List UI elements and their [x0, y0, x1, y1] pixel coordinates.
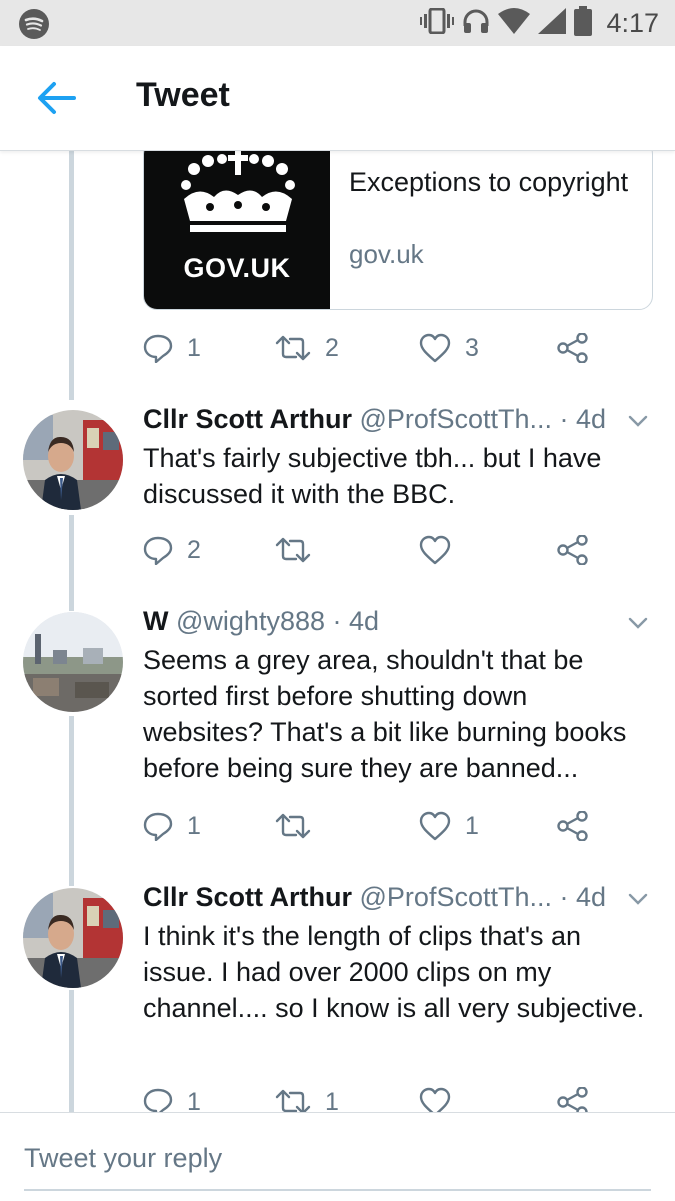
like-count: 1	[465, 811, 479, 840]
share-button[interactable]	[557, 328, 589, 368]
retweet-icon	[275, 537, 311, 563]
thread-line	[69, 150, 74, 400]
retweet-icon	[275, 813, 311, 839]
chevron-down-icon[interactable]	[628, 892, 648, 911]
share-button[interactable]	[557, 806, 589, 846]
tweet[interactable]: W @wighty888 · 4d Seems a grey area, sho…	[0, 606, 675, 866]
crown-logo	[181, 149, 295, 232]
share-icon	[557, 811, 588, 841]
tweet-time: · 4d	[325, 606, 380, 636]
retweet-button[interactable]	[275, 806, 311, 846]
like-button[interactable]	[419, 530, 451, 570]
app-bar: Tweet	[0, 46, 675, 151]
reply-button[interactable]: 1	[143, 328, 201, 368]
retweet-icon	[275, 335, 311, 361]
like-button[interactable]: 3	[419, 328, 479, 368]
spotify-icon	[18, 8, 50, 45]
reply-count: 2	[187, 535, 201, 564]
reply-icon	[143, 334, 173, 363]
author-handle: @ProfScottTh...	[359, 882, 552, 912]
tweet-actions: 2	[143, 530, 603, 570]
retweet-count: 2	[325, 333, 339, 362]
tweet-time: · 4d	[551, 882, 607, 912]
tweet-actions: 1 2 3	[143, 328, 603, 368]
reply-button[interactable]: 2	[143, 530, 201, 570]
chevron-down-icon[interactable]	[628, 414, 648, 433]
avatar[interactable]	[23, 410, 123, 510]
tweet[interactable]: Cllr Scott Arthur @ProfScottTh... · 4d I…	[0, 882, 675, 1117]
share-icon	[557, 333, 588, 363]
author-handle: @wighty888	[176, 606, 325, 636]
retweet-button[interactable]: 2	[275, 328, 339, 368]
reply-icon	[143, 536, 173, 565]
author-name[interactable]: Cllr Scott Arthur	[143, 882, 352, 912]
tweet-text: I think it's the length of clips that's …	[143, 921, 645, 1023]
tweet-text: That's fairly subjective tbh... but I ha…	[143, 443, 602, 509]
vibrate-icon	[420, 7, 455, 39]
author-name[interactable]: Cllr Scott Arthur	[143, 404, 352, 434]
like-icon	[419, 811, 451, 841]
cell-signal-icon	[538, 7, 567, 39]
reply-composer[interactable]: Tweet your reply	[0, 1112, 675, 1201]
avatar[interactable]	[23, 612, 123, 712]
avatar[interactable]	[23, 888, 123, 988]
link-card-domain: gov.uk	[349, 239, 424, 269]
headphones-icon	[462, 8, 490, 39]
tweet-text: Seems a grey area, shouldn't that be sor…	[143, 645, 627, 783]
like-icon	[419, 333, 451, 363]
share-icon	[557, 535, 588, 565]
reply-count: 1	[187, 811, 201, 840]
like-button[interactable]: 1	[419, 806, 479, 846]
wifi-icon	[498, 7, 531, 39]
tweet-header: Cllr Scott Arthur @ProfScottTh... · 4d	[143, 882, 613, 918]
like-count: 3	[465, 333, 479, 362]
govuk-logo-text: GOV.UK	[183, 253, 291, 283]
tweet-header: W @wighty888 · 4d	[143, 606, 613, 642]
link-card[interactable]: GOV.UK Exceptions to copyright gov.uk	[143, 140, 653, 310]
author-name[interactable]: W	[143, 606, 168, 636]
reply-count: 1	[187, 333, 201, 362]
reply-icon	[143, 812, 173, 841]
share-button[interactable]	[557, 530, 589, 570]
chevron-down-icon[interactable]	[628, 616, 648, 635]
tweet[interactable]: Cllr Scott Arthur @ProfScottTh... · 4d T…	[0, 404, 675, 584]
battery-icon	[574, 5, 593, 41]
back-arrow-icon[interactable]	[36, 80, 76, 121]
retweet-button[interactable]	[275, 530, 311, 570]
reply-input-underline	[24, 1189, 651, 1191]
status-bar: 4:17	[0, 0, 675, 46]
like-icon	[419, 535, 451, 565]
tweet-actions: 1 1	[143, 806, 603, 846]
reply-input[interactable]: Tweet your reply	[24, 1143, 222, 1174]
status-time: 4:17	[606, 7, 659, 38]
link-card-title: Exceptions to copyright	[349, 167, 629, 197]
author-handle: @ProfScottTh...	[359, 404, 552, 434]
page-title: Tweet	[136, 76, 230, 114]
tweet-header: Cllr Scott Arthur @ProfScottTh... · 4d	[143, 404, 613, 440]
tweet-time: · 4d	[551, 404, 607, 434]
reply-button[interactable]: 1	[143, 806, 201, 846]
link-card-thumbnail: GOV.UK	[144, 141, 330, 309]
